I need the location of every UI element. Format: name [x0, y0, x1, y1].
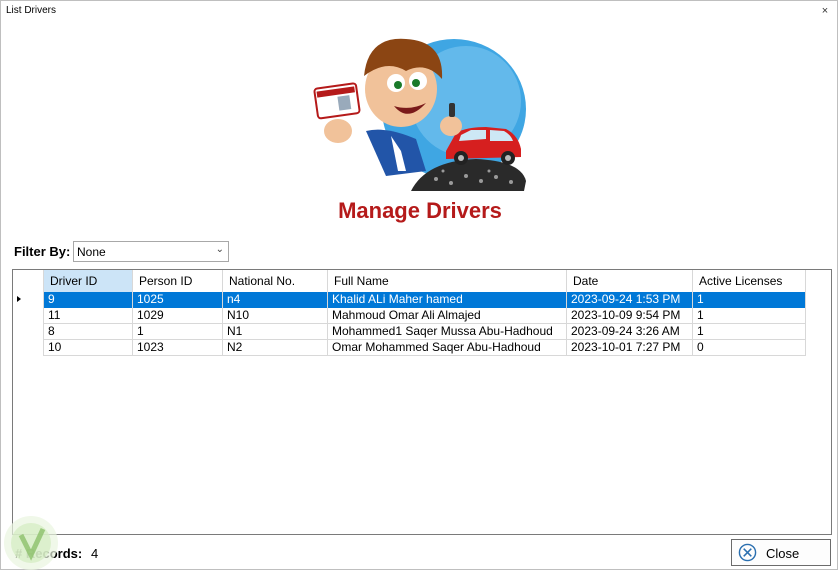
cell-national-no[interactable]: N10 — [223, 308, 328, 324]
cell-driver-id[interactable]: 9 — [44, 292, 133, 308]
window-close-icon[interactable]: × — [817, 3, 833, 19]
filter-dropdown[interactable]: None ⌄ — [73, 241, 229, 262]
row-selector[interactable] — [13, 292, 44, 308]
table-row[interactable]: 11 1029 N10 Mahmoud Omar Ali Almajed 202… — [13, 308, 806, 324]
driver-illustration-icon — [313, 38, 526, 191]
cell-full-name[interactable]: Omar Mohammed Saqer Abu-Hadhoud — [328, 340, 567, 356]
filter-selected-value: None — [77, 245, 106, 259]
cell-national-no[interactable]: n4 — [223, 292, 328, 308]
cell-active-licenses[interactable]: 1 — [693, 324, 806, 340]
cell-full-name[interactable]: Mahmoud Omar Ali Almajed — [328, 308, 567, 324]
cell-national-no[interactable]: N2 — [223, 340, 328, 356]
cell-person-id[interactable]: 1025 — [133, 292, 223, 308]
window-title: List Drivers — [6, 5, 57, 16]
cell-driver-id[interactable]: 10 — [44, 340, 133, 356]
row-selector[interactable] — [13, 308, 44, 324]
cell-person-id[interactable]: 1029 — [133, 308, 223, 324]
cell-full-name[interactable]: Khalid ALi Maher hamed — [328, 292, 567, 308]
filter-label: Filter By: — [14, 244, 71, 259]
col-header-person-id[interactable]: Person ID — [133, 270, 223, 292]
col-header-national-no[interactable]: National No. — [223, 270, 328, 292]
close-circle-icon — [738, 543, 757, 562]
cell-date[interactable]: 2023-09-24 1:53 PM — [567, 292, 693, 308]
cell-date[interactable]: 2023-09-24 3:26 AM — [567, 324, 693, 340]
cell-date[interactable]: 2023-10-01 7:27 PM — [567, 340, 693, 356]
table-row[interactable]: 9 1025 n4 Khalid ALi Maher hamed 2023-09… — [13, 292, 806, 308]
watermark-logo-icon — [4, 516, 58, 570]
table-row[interactable]: 10 1023 N2 Omar Mohammed Saqer Abu-Hadho… — [13, 340, 806, 356]
row-selector[interactable] — [13, 340, 44, 356]
current-row-arrow-icon — [17, 296, 21, 302]
cell-active-licenses[interactable]: 0 — [693, 340, 806, 356]
row-header-corner — [13, 270, 44, 292]
title-bar[interactable]: List Drivers × — [1, 1, 837, 23]
cell-active-licenses[interactable]: 1 — [693, 308, 806, 324]
cell-person-id[interactable]: 1 — [133, 324, 223, 340]
records-count: 4 — [91, 546, 99, 561]
chevron-down-icon[interactable]: ⌄ — [216, 244, 224, 255]
cell-full-name[interactable]: Mohammed1 Saqer Mussa Abu-Hadhoud — [328, 324, 567, 340]
grid-header: Driver ID Person ID National No. Full Na… — [13, 270, 806, 293]
col-header-driver-id[interactable]: Driver ID — [44, 270, 133, 292]
col-header-full-name[interactable]: Full Name — [328, 270, 567, 292]
cell-date[interactable]: 2023-10-09 9:54 PM — [567, 308, 693, 324]
table-row[interactable]: 8 1 N1 Mohammed1 Saqer Mussa Abu-Hadhoud… — [13, 324, 806, 340]
col-header-active-licenses[interactable]: Active Licenses — [693, 270, 806, 292]
row-selector[interactable] — [13, 324, 44, 340]
close-button[interactable]: Close — [731, 539, 831, 566]
page-title: Manage Drivers — [338, 198, 502, 223]
list-drivers-window: List Drivers × Manage Drivers Filter By: — [0, 0, 838, 570]
cell-driver-id[interactable]: 11 — [44, 308, 133, 324]
cell-person-id[interactable]: 1023 — [133, 340, 223, 356]
cell-active-licenses[interactable]: 1 — [693, 292, 806, 308]
drivers-grid[interactable]: Driver ID Person ID National No. Full Na… — [12, 269, 832, 535]
close-button-label: Close — [766, 546, 800, 561]
cell-driver-id[interactable]: 8 — [44, 324, 133, 340]
cell-national-no[interactable]: N1 — [223, 324, 328, 340]
col-header-date[interactable]: Date — [567, 270, 693, 292]
